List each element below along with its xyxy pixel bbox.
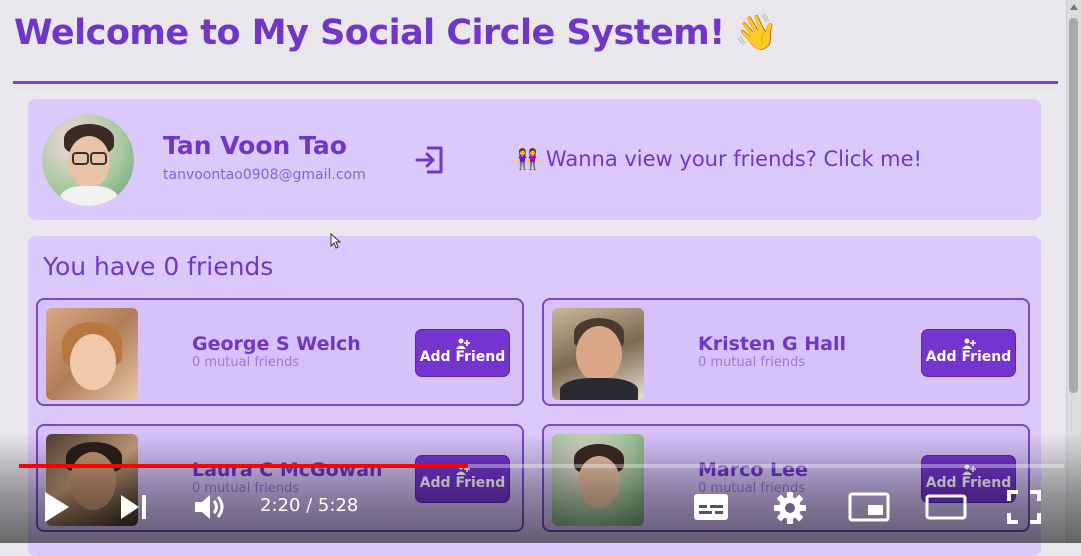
friend-name: George S Welch <box>192 333 361 355</box>
view-friends-link[interactable]: 👭 Wanna view your friends? Click me! <box>515 147 922 171</box>
add-friend-label: Add Friend <box>925 349 1012 365</box>
user-avatar <box>42 114 134 206</box>
user-email: tanvoontao0908@gmail.com <box>163 167 366 183</box>
friends-count-heading: You have 0 friends <box>43 252 274 281</box>
avatar-glasses-right <box>90 152 107 165</box>
miniplayer-icon[interactable] <box>848 491 890 523</box>
avatar-shirt <box>60 186 118 206</box>
view-friends-link-text: Wanna view your friends? Click me! <box>545 147 922 171</box>
add-friend-button[interactable]: Add Friend <box>416 456 509 502</box>
page-title: Welcome to My Social Circle System! 👋 <box>14 12 778 53</box>
subtitles-icon[interactable] <box>692 491 730 523</box>
friend-name: Laura C McGowan <box>192 459 383 481</box>
video-progress-played <box>19 464 469 468</box>
two-people-icon: 👭 <box>515 147 540 171</box>
add-friend-label: Add Friend <box>419 349 506 365</box>
friend-photo <box>552 434 644 526</box>
friend-name: Marco Lee <box>698 459 808 481</box>
title-divider <box>13 81 1058 84</box>
logout-icon[interactable] <box>413 143 447 177</box>
friend-photo <box>552 308 644 400</box>
scroll-up-arrow-icon[interactable] <box>1070 4 1078 10</box>
volume-icon[interactable] <box>192 491 228 523</box>
next-video-icon[interactable] <box>119 492 149 522</box>
friend-photo <box>46 308 138 400</box>
add-friend-button[interactable]: Add Friend <box>922 330 1015 376</box>
add-user-icon <box>961 338 976 349</box>
settings-gear-icon[interactable] <box>772 490 808 526</box>
profile-card: Tan Voon Tao tanvoontao0908@gmail.com 👭 W… <box>28 99 1041 220</box>
add-friend-label: Add Friend <box>925 475 1012 491</box>
friend-name: Kristen G Hall <box>698 333 846 355</box>
video-time-display: 2:20 / 5:28 <box>260 495 359 516</box>
fullscreen-icon[interactable] <box>1006 489 1042 525</box>
add-user-icon <box>455 338 470 349</box>
mutual-friends-count: 0 mutual friends <box>192 355 300 370</box>
page-scrollbar[interactable] <box>1066 0 1081 543</box>
avatar-glasses-left <box>72 152 89 165</box>
add-friend-button[interactable]: Add Friend <box>416 330 509 376</box>
scrollbar-thumb[interactable] <box>1069 18 1078 393</box>
add-friend-label: Add Friend <box>419 475 506 491</box>
friend-suggestion-card: George S Welch 0 mutual friends Add Frie… <box>36 298 524 406</box>
waving-hand-icon: 👋 <box>734 13 779 53</box>
mouse-cursor-icon <box>330 233 342 249</box>
play-icon[interactable] <box>43 490 71 524</box>
mutual-friends-count: 0 mutual friends <box>698 355 806 370</box>
theater-mode-icon[interactable] <box>925 493 967 521</box>
page-title-text: Welcome to My Social Circle System! <box>14 13 725 53</box>
video-progress-bar[interactable] <box>19 464 1064 468</box>
user-name: Tan Voon Tao <box>163 131 347 160</box>
friend-suggestion-card: Kristen G Hall 0 mutual friends Add Frie… <box>542 298 1030 406</box>
